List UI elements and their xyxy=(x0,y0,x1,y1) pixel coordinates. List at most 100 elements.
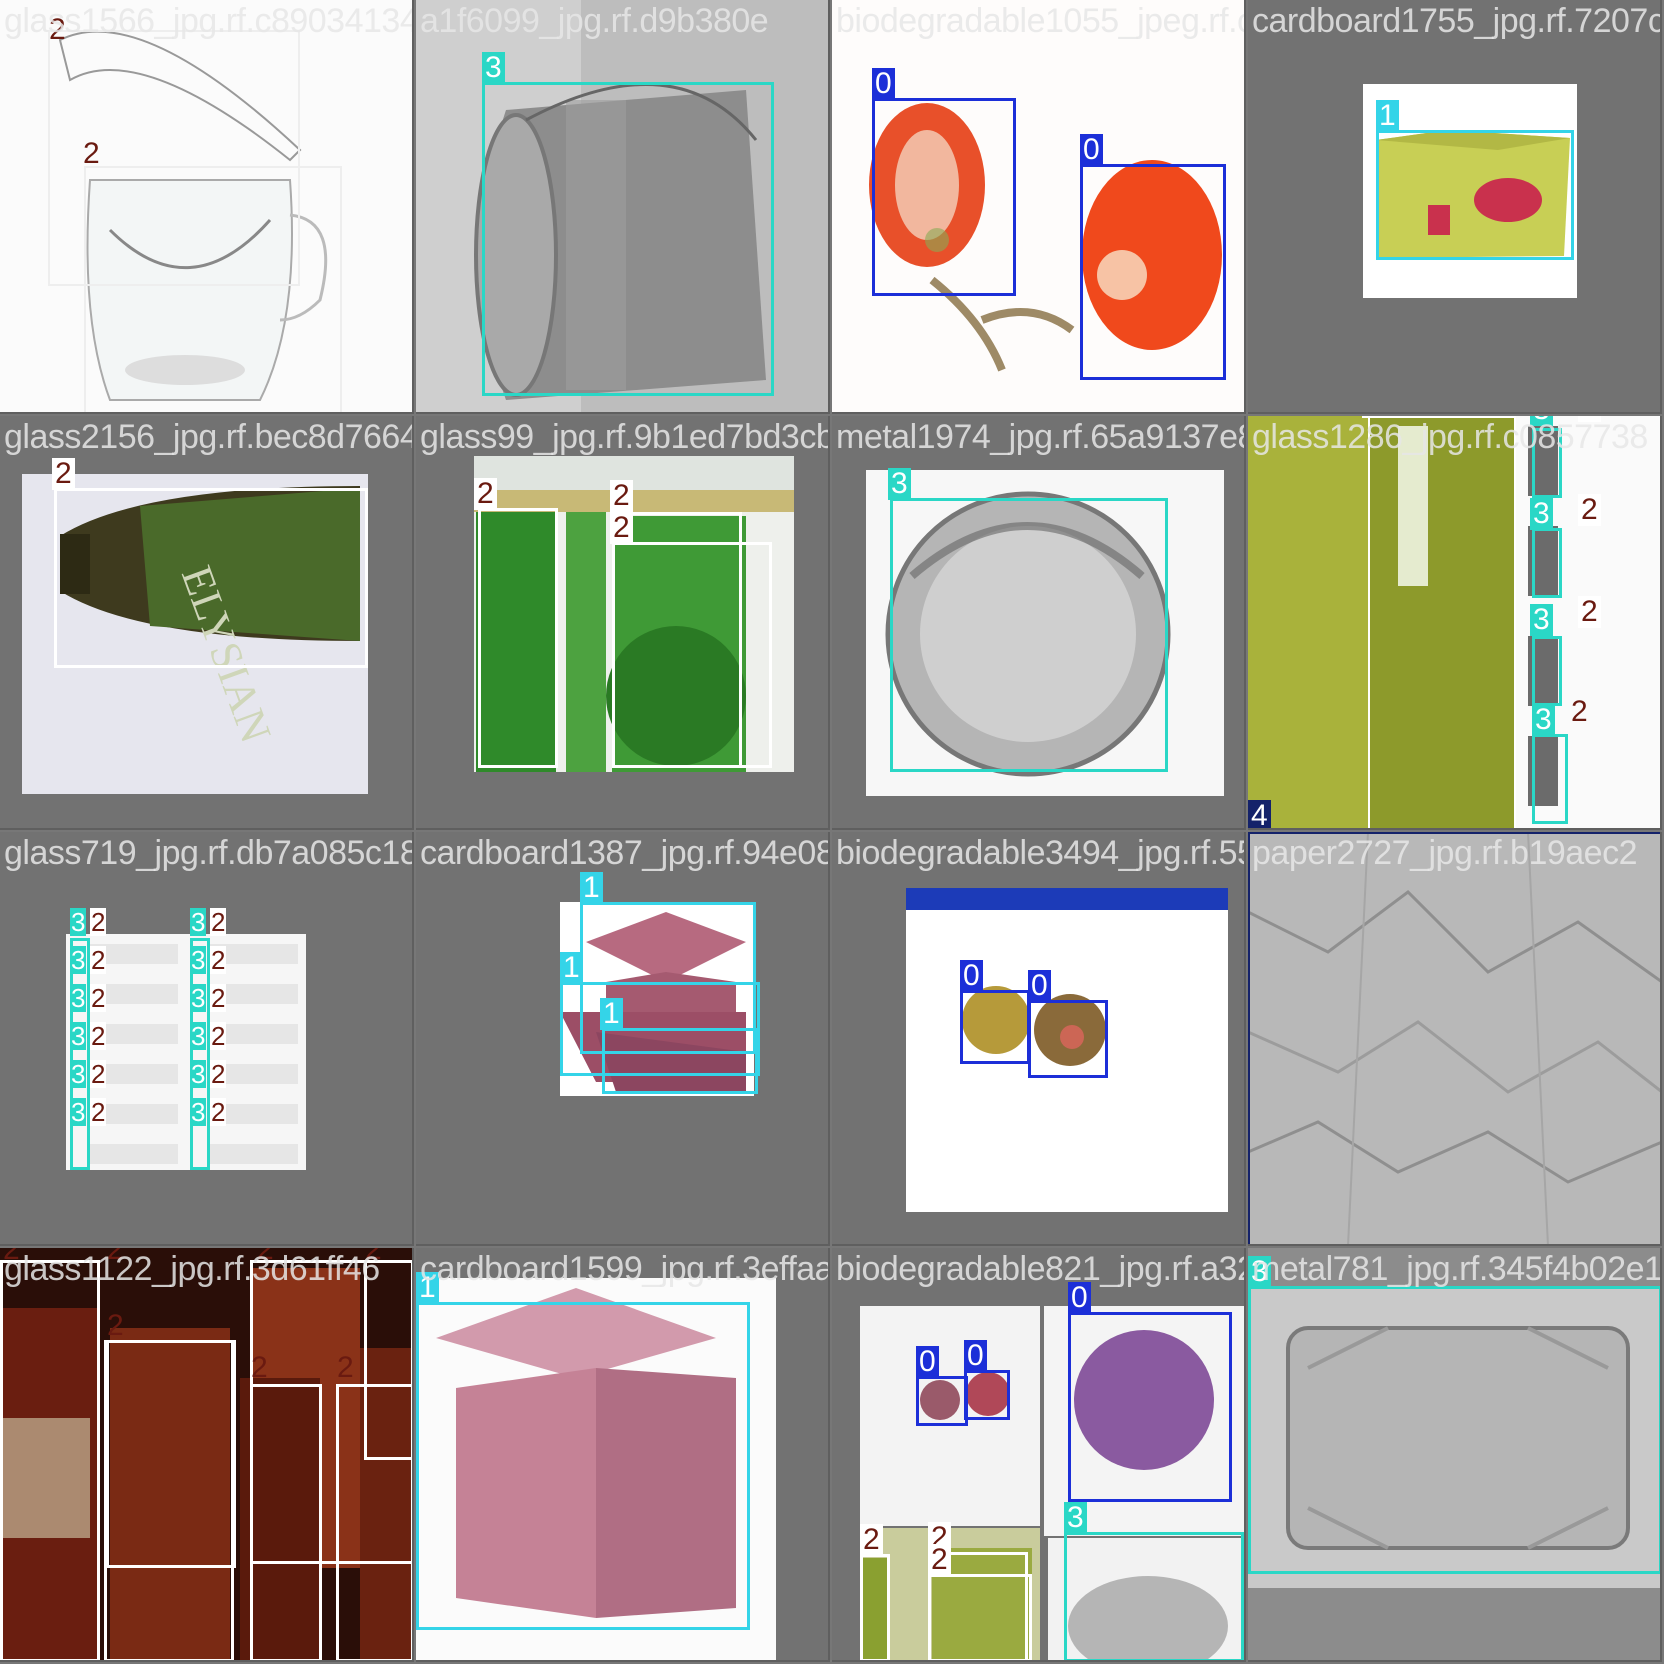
class-label: 3 xyxy=(70,1097,87,1127)
mosaic-tile-10: 0 0 biodegradable3494_jpg.rf.55 xyxy=(832,832,1246,1246)
mosaic-tile-6: 3 metal1974_jpg.rf.65a9137e87b xyxy=(832,416,1246,830)
detection-box xyxy=(602,1028,758,1094)
class-label: 2 xyxy=(1578,416,1601,422)
mosaic-tile-11: paper2727_jpg.rf.b19aec2 xyxy=(1248,832,1662,1246)
mosaic-tile-15: 3 metal781_jpg.rf.345f4b02e1 xyxy=(1248,1248,1662,1662)
class-label: 2 xyxy=(107,1248,124,1266)
class-label: 1 xyxy=(560,952,583,984)
class-label: 2 xyxy=(49,13,66,46)
class-label: 2 xyxy=(210,945,227,975)
class-label: 3 xyxy=(190,1097,207,1127)
mosaic-tile-1: 3 a1f6099_jpg.rf.d9b380e xyxy=(416,0,830,414)
class-label: 1 xyxy=(1376,100,1399,132)
class-label: 2 xyxy=(90,907,107,937)
class-label: 2 xyxy=(610,512,633,544)
class-label: 3 xyxy=(70,1021,87,1051)
detection-box xyxy=(482,82,774,396)
detection-box xyxy=(1248,832,1660,1244)
detection-box xyxy=(1532,636,1562,706)
class-label: 2 xyxy=(1578,494,1601,526)
class-label: 2 xyxy=(107,1309,124,1342)
detection-box xyxy=(250,1384,322,1660)
detection-box xyxy=(916,1376,968,1426)
detection-box xyxy=(104,1340,234,1660)
class-label: 3 xyxy=(190,1021,207,1051)
class-label: 3 xyxy=(70,1059,87,1089)
detection-box xyxy=(964,1370,1010,1420)
detection-box xyxy=(1368,416,1516,828)
detection-box xyxy=(860,1554,890,1660)
class-label: 1 xyxy=(416,1272,439,1304)
detection-box xyxy=(478,508,558,768)
class-label: 2 xyxy=(1362,416,1385,418)
class-label: 3 xyxy=(70,983,87,1013)
class-label: 3 xyxy=(70,907,87,937)
detection-box xyxy=(1248,1286,1660,1574)
class-label: 2 xyxy=(337,1351,354,1384)
class-label: 0 xyxy=(916,1346,939,1378)
class-label: 2 xyxy=(1571,695,1588,728)
class-label: 0 xyxy=(1068,1282,1091,1314)
training-batch-mosaic: 2 2 glass1566_jpg.rf.c89034134 3 a1f6099… xyxy=(0,0,1664,1664)
class-label: 2 xyxy=(210,983,227,1013)
class-label: 2 xyxy=(928,1544,951,1576)
detection-box xyxy=(84,166,342,412)
class-label: 0 xyxy=(872,68,895,100)
mosaic-tile-14: 0 0 0 3 2 2 2 biodegradable821_jpg.rf.a3… xyxy=(832,1248,1246,1662)
class-label: 2 xyxy=(210,1059,227,1089)
detection-box xyxy=(1532,428,1562,498)
class-label: 3 xyxy=(1064,1502,1087,1534)
mosaic-tile-2: 0 0 biodegradable1055_jpeg.rf.c xyxy=(832,0,1246,414)
class-label: 2 xyxy=(90,983,107,1013)
class-label: 2 xyxy=(210,1021,227,1051)
detection-box xyxy=(928,1574,1032,1660)
detection-box xyxy=(890,498,1168,772)
class-label: 2 xyxy=(610,480,633,512)
class-label: 2 xyxy=(83,137,100,170)
detection-box xyxy=(1068,1312,1232,1502)
class-label: 1 xyxy=(600,998,623,1030)
detection-box xyxy=(872,98,1016,296)
class-label: 0 xyxy=(960,960,983,992)
detection-box xyxy=(54,488,368,668)
class-label: 3 xyxy=(1248,1256,1271,1288)
detection-box xyxy=(1376,130,1574,260)
class-label: 3 xyxy=(190,945,207,975)
mosaic-tile-13: 1 cardboard1599_jpg.rf.3effaa xyxy=(416,1248,830,1662)
class-label: 2 xyxy=(90,1097,107,1127)
detection-box xyxy=(1532,528,1562,598)
class-label: 3 xyxy=(1530,498,1553,530)
class-label: 2 xyxy=(257,1248,274,1266)
class-label: 2 xyxy=(90,1059,107,1089)
mosaic-tile-3: 1 cardboard1755_jpg.rf.7207c1 xyxy=(1248,0,1662,414)
detection-box xyxy=(1532,734,1568,824)
class-label: 3 xyxy=(1532,704,1555,736)
class-label: 2 xyxy=(210,907,227,937)
class-label: 3 xyxy=(70,945,87,975)
detection-box xyxy=(1080,164,1226,380)
class-label: 2 xyxy=(251,1351,268,1384)
class-label: 3 xyxy=(190,1059,207,1089)
class-label: 2 xyxy=(90,1021,107,1051)
class-label: 0 xyxy=(964,1340,987,1372)
mosaic-tile-9: 1 1 1 cardboard1387_jpg.rf.94e08c xyxy=(416,832,830,1246)
class-label: 2 xyxy=(1578,596,1601,628)
class-label: 3 xyxy=(1530,416,1553,426)
detection-box xyxy=(960,990,1030,1064)
class-label: 2 xyxy=(365,1248,382,1266)
detection-box xyxy=(416,1302,750,1630)
class-label: 3 xyxy=(888,468,911,500)
mosaic-tile-5: 2 2 2 glass99_jpg.rf.9b1ed7bd3cb0 xyxy=(416,416,830,830)
class-label: 2 xyxy=(210,1097,227,1127)
detection-box xyxy=(364,1260,412,1460)
detection-box xyxy=(1028,1000,1108,1078)
mosaic-tile-12: 2 2 2 2 2 2 2 glass1122_jpg.rf.3d61ff46 xyxy=(0,1248,414,1662)
detection-box xyxy=(612,542,772,768)
class-label: 2 xyxy=(474,478,497,510)
class-label: 2 xyxy=(52,458,75,490)
class-label: 3 xyxy=(482,52,505,84)
mosaic-tile-8: 3 2 3 2 3 2 3 2 3 2 3 2 3 2 3 2 3 2 3 2 … xyxy=(0,832,414,1246)
detection-box xyxy=(0,1260,100,1660)
class-label: 3 xyxy=(1530,604,1553,636)
class-label: 4 xyxy=(1248,800,1271,828)
